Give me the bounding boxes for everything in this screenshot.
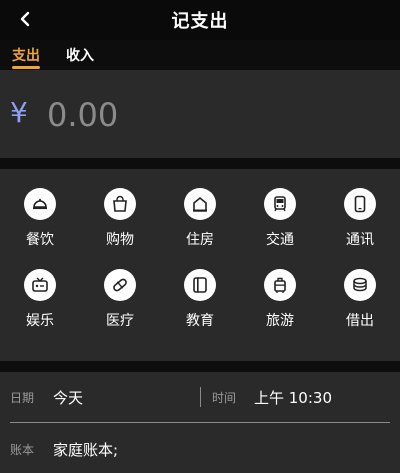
category-label: 交通 [266, 232, 294, 248]
coins-icon [353, 277, 367, 292]
divider [0, 158, 400, 169]
divider [0, 361, 400, 372]
date-label: 日期 [10, 391, 35, 405]
category-label: 借出 [346, 313, 374, 329]
category-transport[interactable]: 交通 [248, 188, 312, 258]
active-tab-indicator [12, 66, 40, 69]
category-label: 餐饮 [26, 232, 54, 248]
category-education[interactable]: 教育 [168, 269, 232, 339]
tv-icon [32, 277, 48, 292]
category-label: 教育 [186, 313, 214, 329]
amount-input-area[interactable]: ¥ 0.00 [0, 70, 400, 158]
category-housing[interactable]: 住房 [168, 188, 232, 258]
bus-icon [274, 196, 286, 212]
tab-expense[interactable]: 支出 [12, 45, 40, 65]
book-icon [193, 277, 207, 293]
top-bar: 记支出 [0, 0, 400, 40]
currency-symbol: ¥ [10, 96, 28, 129]
category-entertainment[interactable]: 娱乐 [8, 269, 72, 339]
category-label: 住房 [186, 232, 214, 248]
category-dining[interactable]: 餐饮 [8, 188, 72, 258]
category-shopping[interactable]: 购物 [88, 188, 152, 258]
category-medical[interactable]: 医疗 [88, 269, 152, 339]
category-travel[interactable]: 旅游 [248, 269, 312, 339]
house-icon [193, 196, 207, 212]
details-form: 日期 今天 时间 上午 10:30 账本 家庭账本; [0, 372, 400, 473]
category-label: 娱乐 [26, 313, 54, 329]
field-separator [200, 387, 201, 407]
shopping-bag-icon [113, 195, 127, 212]
luggage-icon [274, 277, 286, 293]
category-grid: 餐饮 购物 住房 交通 通讯 娱乐 医疗 教育 旅游 借出 [0, 169, 400, 361]
account-field[interactable]: 家庭账本; [53, 439, 118, 460]
dish-cloche-icon [33, 198, 47, 210]
time-label: 时间 [212, 391, 237, 405]
category-label: 旅游 [266, 313, 294, 329]
amount-value[interactable]: 0.00 [47, 96, 118, 134]
page-title: 记支出 [171, 11, 229, 32]
category-lending[interactable]: 借出 [328, 269, 392, 339]
time-field[interactable]: 上午 10:30 [254, 387, 332, 408]
category-label: 通讯 [346, 232, 374, 248]
phone-icon [354, 195, 366, 213]
type-tabs: 支出 收入 [0, 40, 400, 105]
tab-income[interactable]: 收入 [66, 45, 94, 65]
category-label: 医疗 [106, 313, 134, 329]
pill-icon [113, 278, 127, 292]
category-label: 购物 [106, 232, 134, 248]
account-label: 账本 [10, 443, 35, 457]
category-telecom[interactable]: 通讯 [328, 188, 392, 258]
date-field[interactable]: 今天 [53, 387, 83, 408]
row-separator [10, 422, 390, 423]
